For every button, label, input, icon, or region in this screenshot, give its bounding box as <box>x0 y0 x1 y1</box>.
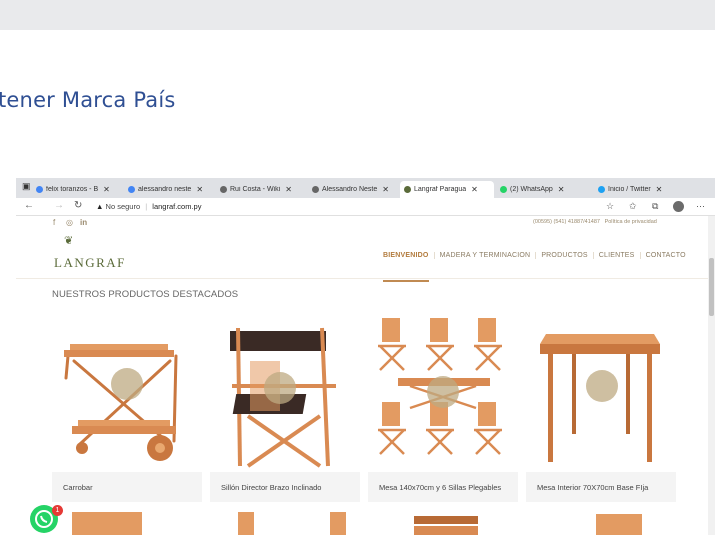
product-image <box>64 344 178 461</box>
product-name[interactable]: Sillón Director Brazo Inclinado <box>210 472 360 502</box>
tab-4-active[interactable]: Langraf Paragua ✕ <box>400 181 494 198</box>
product-image <box>540 334 660 462</box>
site-header: ❦ LANGRAF BIENVENIDO MADERA Y TERMINACIO… <box>16 231 708 282</box>
product-name[interactable]: Mesa Interior 70X70cm Base FIja <box>526 472 676 502</box>
web-page: f ◎ in (00595) (541) 41887/41487 Polític… <box>16 216 708 535</box>
facebook-icon[interactable]: f <box>53 218 55 227</box>
instagram-icon[interactable]: ◎ <box>66 218 73 227</box>
tab-1[interactable]: alessandro neste ✕ <box>124 181 214 198</box>
leaf-icon: ❦ <box>64 235 74 247</box>
product-card-carrobar[interactable]: Carrobar <box>52 316 202 509</box>
close-icon[interactable]: ✕ <box>558 185 565 194</box>
warning-icon: ▲ <box>96 202 104 211</box>
top-info-bar: f ◎ in (00595) (541) 41887/41487 Polític… <box>16 216 708 231</box>
product-image <box>230 327 336 468</box>
product-image-row2-2 <box>238 512 346 535</box>
main-menu: BIENVENIDO MADERA Y TERMINACION PRODUCTO… <box>378 252 691 282</box>
tab-5[interactable]: (2) WhatsApp ✕ <box>496 181 592 198</box>
linkedin-icon[interactable]: in <box>80 218 87 227</box>
product-card-sillon[interactable]: Sillón Director Brazo Inclinado <box>210 316 360 509</box>
product-image-row2-3 <box>414 516 478 535</box>
twitter-icon <box>598 186 605 193</box>
tab-6[interactable]: Inicio / Twitter ✕ <box>594 181 690 198</box>
forward-icon[interactable]: → <box>54 200 64 211</box>
scrollbar-thumb[interactable] <box>709 258 714 316</box>
menu-item-clientes[interactable]: CLIENTES <box>594 252 641 259</box>
google-icon <box>36 186 43 193</box>
whatsapp-icon <box>500 186 507 193</box>
tab-0[interactable]: felix toranzos - B ✕ <box>32 181 122 198</box>
menu-item-contacto[interactable]: CONTACTO <box>641 252 691 259</box>
profile-avatar[interactable] <box>673 201 684 212</box>
favorites-icon[interactable]: ✩ <box>629 201 637 212</box>
contact-info: (00595) (541) 41887/41487 Política de pr… <box>533 219 657 225</box>
tab-3[interactable]: Alessandro Neste ✕ <box>308 181 398 198</box>
address-bar: ← → ↻ ▲ No seguro | langraf.com.py ☆ ✩ ⧉… <box>16 198 715 216</box>
close-icon[interactable]: ✕ <box>285 185 292 194</box>
section-title: NUESTROS PRODUCTOS DESTACADOS <box>52 289 239 300</box>
google-icon <box>128 186 135 193</box>
tab-2[interactable]: Rui Costa - Wiki ✕ <box>216 181 306 198</box>
slide-top-band <box>0 0 715 30</box>
menu-item-madera[interactable]: MADERA Y TERMINACION <box>435 252 537 259</box>
product-card-mesa-interior[interactable]: Mesa Interior 70X70cm Base FIja <box>526 316 676 509</box>
close-icon[interactable]: ✕ <box>656 185 663 194</box>
menu-item-productos[interactable]: PRODUCTOS <box>536 252 594 259</box>
product-name[interactable]: Carrobar <box>52 472 202 502</box>
close-icon[interactable]: ✕ <box>471 185 478 194</box>
product-name[interactable]: Mesa 140x70cm y 6 Sillas Plegables <box>368 472 518 502</box>
browser-window: ▣ felix toranzos - B ✕ alessandro neste … <box>16 178 715 535</box>
notification-badge: 1 <box>52 505 63 516</box>
more-icon[interactable]: ⋯ <box>696 201 705 212</box>
url-field[interactable]: ▲ No seguro | langraf.com.py <box>96 202 201 211</box>
close-icon[interactable]: ✕ <box>382 185 389 194</box>
reload-icon[interactable]: ↻ <box>74 200 82 211</box>
read-aloud-icon[interactable]: ☆ <box>606 201 614 212</box>
close-icon[interactable]: ✕ <box>196 185 203 194</box>
product-image-row2-4 <box>596 514 642 535</box>
close-icon[interactable]: ✕ <box>103 185 110 194</box>
product-card-mesa-sillas[interactable]: Mesa 140x70cm y 6 Sillas Plegables <box>368 316 518 509</box>
back-icon[interactable]: ← <box>24 200 34 211</box>
product-image-row2-1 <box>72 512 142 535</box>
tab-bar: ▣ felix toranzos - B ✕ alessandro neste … <box>16 178 715 198</box>
wikipedia-icon <box>312 186 319 193</box>
slide-title: tener Marca País <box>0 88 176 112</box>
menu-item-bienvenido[interactable]: BIENVENIDO <box>378 252 435 282</box>
wikipedia-icon <box>220 186 227 193</box>
site-logo[interactable]: LANGRAF <box>54 255 126 271</box>
langraf-icon <box>404 186 411 193</box>
collections-icon[interactable]: ⧉ <box>652 201 658 212</box>
product-image <box>378 318 502 455</box>
privacy-link[interactable]: Política de privacidad <box>605 219 657 225</box>
tab-actions-icon[interactable]: ▣ <box>22 181 31 192</box>
